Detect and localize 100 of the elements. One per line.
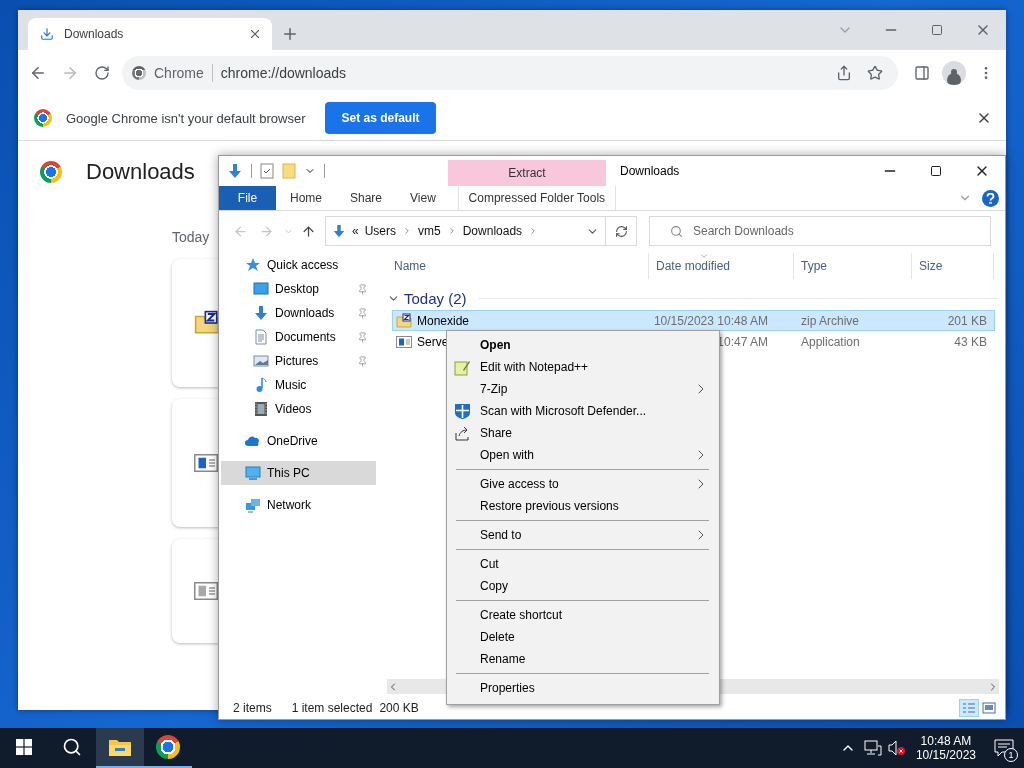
ribbon-tab[interactable]: Compressed Folder Tools [457,186,616,210]
menu-item[interactable]: Give access to [449,473,717,495]
nav-item[interactable]: Documents [221,325,376,349]
notepad-icon [454,358,471,376]
menu-item[interactable]: Create shortcut [449,604,717,626]
refresh-icon[interactable] [614,224,628,238]
taskbar-app[interactable] [96,728,144,768]
menu-item[interactable]: Send to [449,524,717,546]
share-icon [454,424,471,442]
selection-status: 1 item selected [291,701,373,715]
chrome-icon [132,66,146,80]
type-cell-text: Application [800,334,861,349]
section-label: Today [172,229,210,245]
set-default-button[interactable]: Set as default [325,102,436,134]
infobar-message: Google Chrome isn't your default browser [66,110,306,126]
computer-icon [245,465,261,481]
properties-icon[interactable] [260,163,274,179]
picture-icon [253,353,269,369]
ribbon-tab[interactable]: File [219,186,276,210]
column-header[interactable]: Date modified [649,253,794,279]
up-icon[interactable] [300,223,316,239]
address-bar[interactable]: Chrome chrome://downloads [122,56,898,90]
menu-item[interactable]: Edit with Notepad++ [449,356,717,378]
menu-item[interactable]: Share [449,422,717,444]
address-field[interactable]: « Users vm5 Downloads [325,216,637,246]
ribbon-tab[interactable]: View [396,186,450,210]
download-icon [332,223,346,239]
search-field[interactable]: Search Downloads [649,216,991,246]
window-title: Downloads [619,163,680,180]
nav-item[interactable]: Network [221,493,376,517]
menu-item[interactable]: Cut [449,553,717,575]
nav-item[interactable]: Pictures [221,349,376,373]
download-icon[interactable] [227,163,243,179]
folder-icon[interactable] [108,737,132,757]
column-header[interactable]: Name [387,253,649,279]
back-icon[interactable] [29,64,47,82]
chrome-icon[interactable] [156,735,180,759]
bookmark-star-icon[interactable] [867,65,883,81]
new-tab-icon[interactable] [281,25,299,43]
tiles-view-button[interactable] [979,699,999,717]
tiles-view-icon [982,702,996,714]
film-icon [253,401,269,417]
help-icon[interactable] [982,189,999,207]
nav-item[interactable]: Videos [221,397,376,421]
menu-item[interactable]: 7-Zip [449,378,717,400]
menu-item[interactable]: Rename [449,648,717,670]
menu-item[interactable]: Open with [449,444,717,466]
size-cell-text: 43 KB [953,334,987,349]
menu-item[interactable]: Copy [449,575,717,597]
size-cell-text: 201 KB [946,313,987,328]
chrome-icon [40,161,62,183]
file-name[interactable]: Monexide [417,313,470,328]
menu-item[interactable]: Delete [449,626,717,648]
group-header[interactable]: Today (2) [404,289,467,307]
page-title: Downloads [86,159,195,185]
search-icon[interactable] [62,737,82,757]
type-cell-text: zip Archive [800,313,861,328]
menu-item[interactable]: Restore previous versions [449,495,717,517]
muted-speaker-icon[interactable] [887,740,906,756]
application-icon [396,333,412,350]
column-header[interactable]: Size [912,253,994,279]
item-count: 2 items [233,701,272,715]
desktop-icon [253,281,269,297]
start-icon[interactable] [16,739,32,755]
nav-item[interactable]: Desktop [221,277,376,301]
nav-item[interactable]: This PC [221,461,376,485]
date-cell-text: 10/15/2023 10:48 AM [652,313,769,328]
download-icon [40,27,54,41]
menu-item[interactable]: Properties [449,677,717,699]
nav-item[interactable]: Downloads [221,301,376,325]
document-icon [253,329,269,345]
column-header[interactable]: Type [794,253,912,279]
share-icon[interactable] [836,65,852,81]
context-tab-header: Extract [448,160,606,186]
zip-folder-icon [396,312,412,329]
ribbon-tab[interactable]: Share [336,186,397,210]
notification-icon[interactable] [994,739,1014,757]
shield-icon [454,402,471,420]
maximize-icon[interactable] [930,165,942,177]
browser-tab[interactable]: Downloads [28,18,272,50]
selection-size: 200 KB [379,701,419,715]
ribbon-tab[interactable]: Home [276,186,336,210]
clock[interactable]: 10:48 AM 10/15/2023 [907,728,984,768]
chrome-icon [34,109,52,127]
file-row[interactable]: Monexide 10/15/2023 10:48 AM zip Archive 201 KB [392,310,995,331]
side-panel-icon[interactable] [914,65,930,81]
network-icon [245,497,261,513]
search-icon [670,224,683,238]
profile-avatar[interactable] [942,61,966,85]
nav-item[interactable]: Music [221,373,376,397]
reload-icon[interactable] [94,65,110,81]
network-icon[interactable] [863,740,882,756]
star-icon [245,257,261,273]
nav-item[interactable]: OneDrive [221,429,376,453]
menu-item[interactable]: Open [449,334,717,356]
download-icon [253,305,269,321]
menu-item[interactable]: Scan with Microsoft Defender... [449,400,717,422]
notification-count: 1 [1004,748,1018,762]
nav-item[interactable]: Quick access [221,253,376,277]
date-cell-text: 10:47 AM [716,334,769,349]
